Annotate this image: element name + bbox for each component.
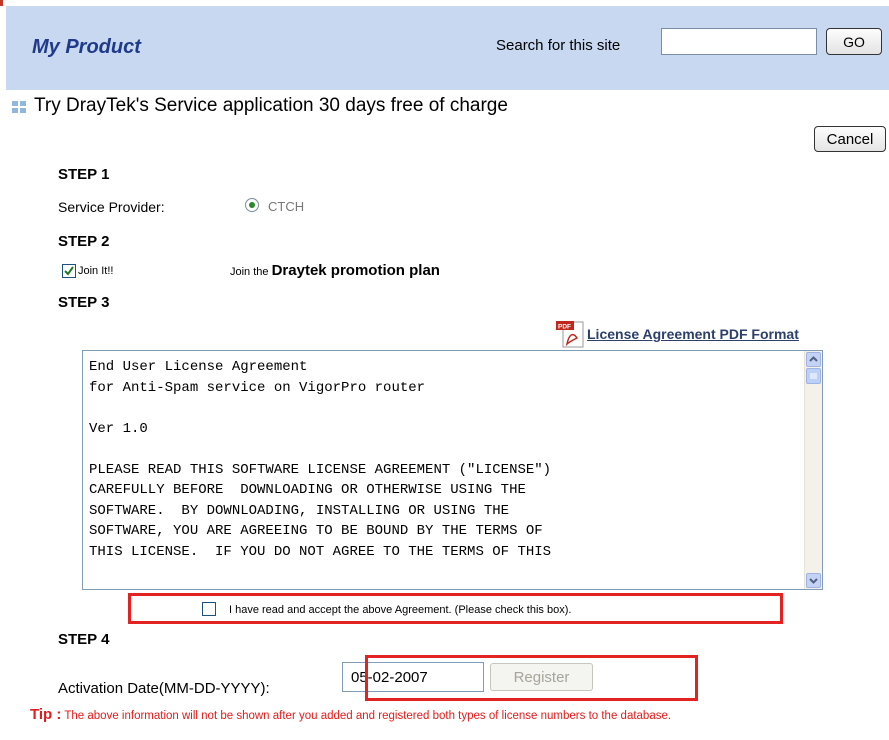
tip-label: Tip : [30,706,62,723]
step2-title: STEP 2 [58,233,110,250]
section-heading: Try DrayTek's Service application 30 day… [12,92,889,122]
scroll-thumb[interactable] [806,368,821,384]
license-textarea[interactable]: End User License Agreement for Anti-Spam… [82,350,823,590]
agreement-highlight: I have read and accept the above Agreeme… [128,593,783,624]
section-heading-text: Try DrayTek's Service application 30 day… [34,95,508,116]
step4-title: STEP 4 [58,631,110,648]
join-desc-prefix: Join the [230,266,272,278]
search-label: Search for this site [496,37,621,54]
corner-mark [0,0,3,6]
step1-title: STEP 1 [58,166,110,183]
checkmark-icon [64,266,74,276]
page-title: My Product [32,36,141,58]
activation-date-label: Activation Date(MM-DD-YYYY): [58,680,270,697]
cancel-button[interactable]: Cancel [814,126,886,152]
page: My Product Search for this site GO Try D… [0,0,889,740]
license-text: End User License Agreement for Anti-Spam… [89,359,552,560]
scroll-down-button[interactable] [806,573,821,588]
header-bar: My Product Search for this site GO [6,6,889,90]
service-provider-label: Service Provider: [58,199,165,215]
svg-text:PDF: PDF [558,324,571,331]
radio-selected-dot [249,202,255,208]
provider-option-label: CTCH [268,199,305,214]
join-label: Join It!! [78,265,114,277]
provider-radio-ctch[interactable] [245,198,259,212]
agreement-checkbox[interactable] [202,602,216,616]
scroll-grip-icon [810,373,817,379]
license-pdf-link-text[interactable]: License Agreement PDF Format [587,326,799,342]
scroll-down-arrow-icon [809,578,818,584]
activation-date-input[interactable] [342,662,484,692]
scroll-up-button[interactable] [806,352,821,367]
step3-title: STEP 3 [58,294,110,311]
search-input[interactable] [661,28,817,55]
agreement-label: I have read and accept the above Agreeme… [229,604,572,616]
register-button[interactable]: Register [490,663,593,691]
join-description: Join the Draytek promotion plan [230,262,440,279]
scroll-up-arrow-icon [809,356,818,362]
pdf-file-icon: PDF [556,321,584,348]
join-desc-bold: Draytek promotion plan [271,262,440,279]
join-checkbox[interactable] [62,264,76,278]
tip-text: The above information will not be shown … [61,710,672,722]
license-scrollbar[interactable] [804,351,822,589]
tip-note: Tip : The above information will not be … [30,707,860,724]
grid-bullet-icon [12,101,26,113]
go-button[interactable]: GO [826,28,882,55]
